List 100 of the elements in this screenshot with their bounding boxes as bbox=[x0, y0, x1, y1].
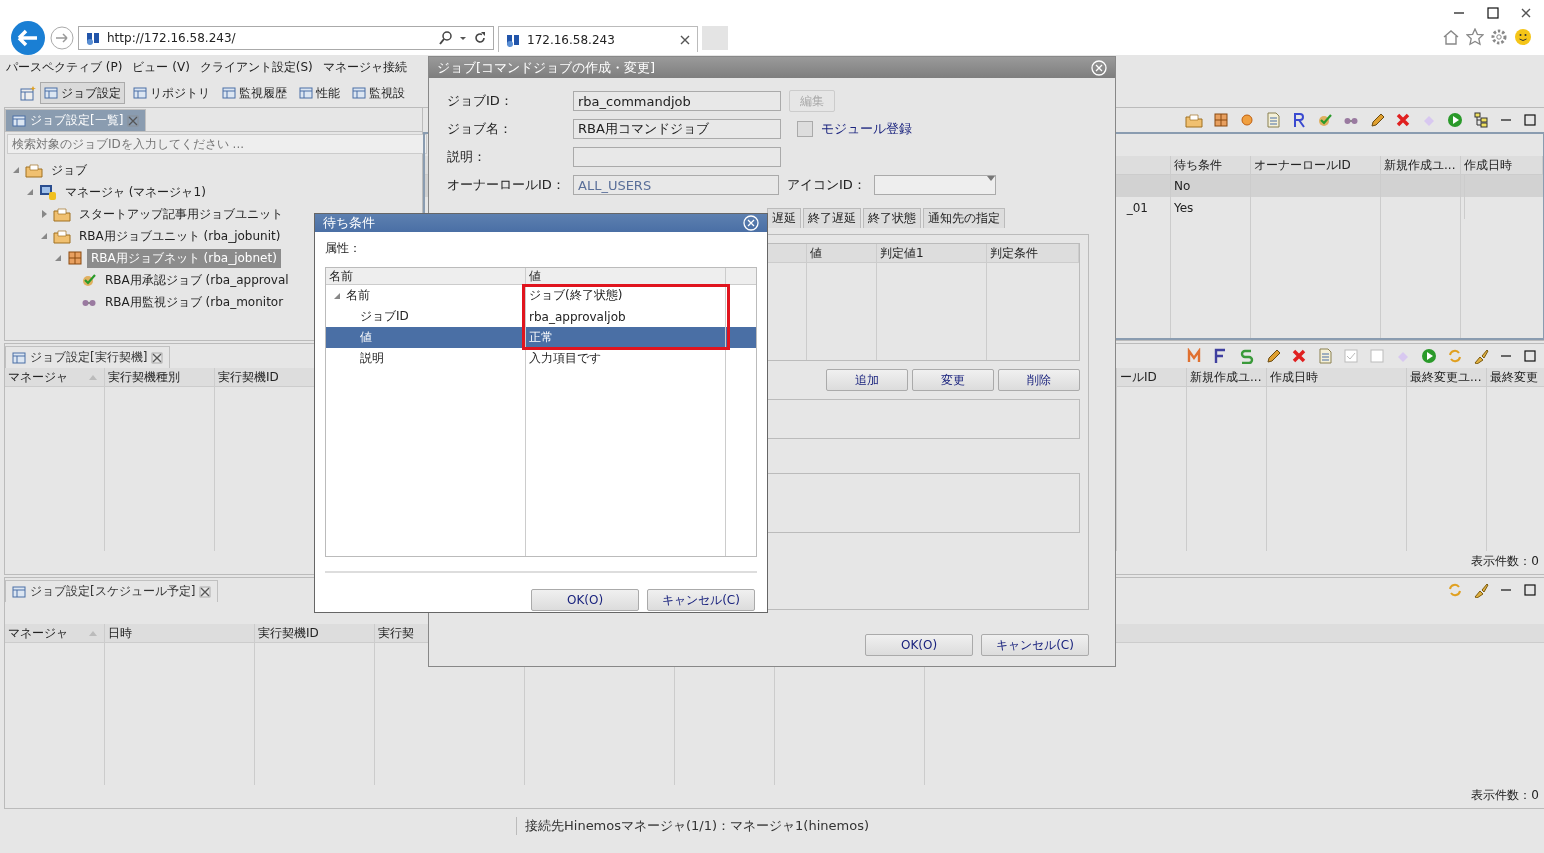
address-field[interactable]: http://172.16.58.243/ bbox=[78, 26, 494, 50]
back-button[interactable] bbox=[10, 20, 46, 56]
play-icon[interactable] bbox=[1421, 348, 1437, 364]
close-icon[interactable] bbox=[1520, 7, 1532, 19]
column-header[interactable]: 待ち条件 bbox=[1171, 156, 1251, 174]
maximize-icon[interactable] bbox=[1523, 113, 1537, 127]
document-icon[interactable] bbox=[1265, 112, 1281, 128]
tree-item[interactable]: RBA用承認ジョブ (rba_approval bbox=[101, 270, 293, 290]
tree-item[interactable]: マネージャ (マネージャ1) bbox=[61, 182, 210, 202]
menu-item[interactable]: パースペクティブ (P) bbox=[6, 58, 123, 76]
dropdown[interactable] bbox=[873, 175, 996, 195]
column-header[interactable]: 新規作成ユ... bbox=[1381, 156, 1461, 174]
check-icon[interactable] bbox=[1317, 112, 1333, 128]
browser-tab[interactable]: 172.16.58.243 bbox=[498, 26, 698, 52]
column-header[interactable]: 値 bbox=[526, 268, 726, 284]
column-header[interactable]: 最終変更 bbox=[1487, 368, 1544, 386]
column-header[interactable]: マネージャ bbox=[5, 368, 105, 386]
smiley-icon[interactable] bbox=[1514, 28, 1532, 46]
perspective-button[interactable]: ジョブ設定 bbox=[40, 82, 125, 104]
menu-item[interactable]: クライアント設定(S) bbox=[199, 58, 313, 76]
column-header[interactable]: 名前 bbox=[326, 268, 526, 284]
star-icon[interactable] bbox=[1466, 28, 1484, 46]
action-button[interactable]: 削除 bbox=[998, 369, 1080, 391]
input-field[interactable]: RBA用コマンドジョブ bbox=[573, 119, 781, 139]
column-header[interactable]: ールID bbox=[1117, 368, 1187, 386]
column-header[interactable]: マネージャ bbox=[5, 624, 105, 642]
tree-item[interactable]: スタートアップ記事用ジョブユニット bbox=[75, 204, 287, 224]
new-window-icon[interactable] bbox=[20, 85, 36, 101]
column-header[interactable]: 新規作成ユ... bbox=[1187, 368, 1267, 386]
letter-icon[interactable] bbox=[1291, 112, 1307, 128]
letter-icon[interactable] bbox=[1239, 348, 1255, 364]
perspective-button[interactable]: 監視履歴 bbox=[218, 82, 291, 104]
tree-item[interactable]: RBA用監視ジョブ (rba_monitor bbox=[101, 292, 288, 312]
column-header[interactable]: 最終変更ユ... bbox=[1407, 368, 1487, 386]
search-field[interactable]: 検索対象のジョブIDを入力してください ... bbox=[7, 134, 427, 154]
tree-icon[interactable] bbox=[1473, 112, 1489, 128]
expanded-arrow-icon[interactable] bbox=[39, 231, 49, 241]
column-header[interactable]: 判定値1 bbox=[877, 244, 987, 262]
dialog-button[interactable]: OK(O) bbox=[531, 589, 639, 611]
collapsed-arrow-icon[interactable] bbox=[39, 209, 49, 219]
column-header[interactable]: 実行契機ID bbox=[255, 624, 375, 642]
close-icon[interactable] bbox=[199, 585, 212, 598]
folder-icon[interactable] bbox=[1185, 112, 1203, 128]
property-name: 説明 bbox=[360, 350, 384, 367]
tab[interactable]: 通知先の指定 bbox=[923, 208, 1005, 228]
column-header[interactable]: 実行契機種別 bbox=[105, 368, 215, 386]
play-icon[interactable] bbox=[1447, 112, 1463, 128]
input-field[interactable]: rba_commandjob bbox=[573, 91, 781, 111]
maximize-icon[interactable] bbox=[1523, 349, 1537, 363]
perspective-button[interactable]: 性能 bbox=[295, 82, 344, 104]
menu-item[interactable]: ビュー (V) bbox=[132, 58, 190, 76]
settings-icon[interactable] bbox=[1490, 28, 1508, 46]
checkbox-icon[interactable] bbox=[1343, 348, 1359, 364]
column-header[interactable]: オーナーロールID bbox=[1251, 156, 1381, 174]
menu-item[interactable]: マネージャ接続 bbox=[322, 58, 407, 76]
input-field[interactable] bbox=[573, 147, 781, 167]
expanded-arrow-icon[interactable] bbox=[53, 253, 63, 263]
property-row[interactable]: ジョブID rba_approvaljob bbox=[326, 306, 756, 327]
forward-button[interactable] bbox=[50, 26, 74, 50]
document-icon[interactable] bbox=[1317, 348, 1333, 364]
home-icon[interactable] bbox=[1442, 28, 1460, 46]
circle-icon[interactable] bbox=[1239, 112, 1255, 128]
dialog-button[interactable]: OK(O) bbox=[865, 634, 973, 656]
property-row[interactable]: 値 正常 bbox=[326, 327, 756, 348]
input-field[interactable]: ALL_USERS bbox=[573, 175, 779, 195]
perspective-button[interactable]: リポジトリ bbox=[129, 82, 214, 104]
column-header[interactable]: 判定条件 bbox=[987, 244, 1079, 262]
delete-icon[interactable] bbox=[1395, 112, 1411, 128]
action-button[interactable]: 変更 bbox=[912, 369, 994, 391]
brush-icon[interactable] bbox=[1473, 582, 1489, 598]
dialog-button[interactable]: キャンセル(C) bbox=[647, 589, 755, 611]
dialog-button[interactable]: キャンセル(C) bbox=[981, 634, 1089, 656]
search-icon[interactable] bbox=[439, 31, 453, 45]
property-row[interactable]: 説明 入力項目です bbox=[326, 348, 756, 369]
edit-icon[interactable] bbox=[1369, 112, 1385, 128]
brush-icon[interactable] bbox=[1473, 348, 1489, 364]
expanded-arrow-icon[interactable] bbox=[25, 187, 35, 197]
grid-icon[interactable] bbox=[1213, 112, 1229, 128]
tab[interactable]: 終了遅延 bbox=[803, 208, 861, 228]
maximize-icon[interactable] bbox=[1486, 6, 1500, 20]
close-icon[interactable] bbox=[151, 351, 164, 364]
tab[interactable]: 終了状態 bbox=[863, 208, 921, 228]
checkbox[interactable] bbox=[797, 121, 813, 137]
edit-icon[interactable] bbox=[1265, 348, 1281, 364]
perspective-button[interactable]: 監視設 bbox=[348, 82, 409, 104]
view-tab[interactable]: ジョブ設定[実行契機] bbox=[5, 346, 171, 368]
column-header[interactable]: 値 bbox=[807, 244, 877, 262]
column-header[interactable]: 作成日時 bbox=[1461, 156, 1543, 174]
close-icon[interactable] bbox=[679, 33, 691, 46]
expanded-arrow-icon[interactable] bbox=[11, 165, 21, 175]
column-header[interactable]: 日時 bbox=[105, 624, 255, 642]
view-tab[interactable]: ジョブ設定[スケジュール予定] bbox=[5, 580, 219, 602]
maximize-icon[interactable] bbox=[1523, 583, 1537, 597]
action-button[interactable]: 追加 bbox=[826, 369, 908, 391]
tab[interactable]: 遅延 bbox=[767, 208, 801, 228]
column-header[interactable]: 作成日時 bbox=[1267, 368, 1407, 386]
delete-icon[interactable] bbox=[1291, 348, 1307, 364]
tree-item[interactable]: RBA用ジョブユニット (rba_jobunit) bbox=[75, 226, 285, 246]
refresh-icon[interactable] bbox=[473, 31, 487, 45]
tree-item[interactable]: ジョブ bbox=[47, 160, 91, 180]
